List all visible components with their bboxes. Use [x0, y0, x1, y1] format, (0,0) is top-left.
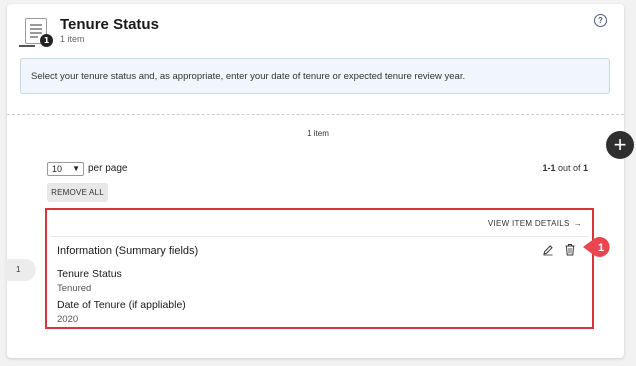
section-divider: [7, 114, 624, 115]
info-message-box: Select your tenure status and, as approp…: [20, 58, 610, 94]
pagination-range: 1-1 out of 1: [542, 163, 588, 173]
add-item-button[interactable]: +: [606, 131, 634, 159]
chevron-down-icon: ▼: [72, 164, 80, 173]
info-message: Select your tenure status and, as approp…: [31, 71, 466, 82]
view-item-details-link[interactable]: VIEW ITEM DETAILS →: [488, 219, 582, 228]
callout-marker: 1: [583, 237, 610, 257]
list-count: 1 item: [307, 129, 329, 138]
field-label-tenure-status: Tenure Status: [57, 268, 122, 280]
item-divider: [51, 236, 588, 237]
field-value-date-of-tenure: 2020: [57, 314, 79, 325]
page-title: Tenure Status: [60, 16, 159, 33]
row-number-tab: 1: [6, 259, 36, 281]
field-label-date-of-tenure: Date of Tenure (if appliable): [57, 299, 186, 311]
item-highlight-box: VIEW ITEM DETAILS → Information (Summary …: [45, 208, 594, 329]
view-details-label: VIEW ITEM DETAILS: [487, 219, 570, 228]
summary-title: Information (Summary fields): [57, 245, 199, 257]
list-item: VIEW ITEM DETAILS → Information (Summary …: [51, 214, 588, 325]
per-page-value: 10: [52, 164, 63, 174]
field-value-tenure-status: Tenured: [57, 283, 92, 294]
pencil-icon[interactable]: [542, 244, 554, 256]
range-total: 1: [582, 163, 588, 173]
callout-number: 1: [598, 242, 604, 254]
trash-icon[interactable]: [564, 243, 576, 256]
document-base-line: [19, 45, 35, 47]
per-page-select[interactable]: 10 ▼: [47, 162, 84, 176]
item-count-subtitle: 1 item: [60, 34, 85, 44]
range-separator: out of: [555, 163, 583, 173]
document-count-badge: 1: [40, 34, 53, 47]
range-span: 1-1: [542, 163, 556, 173]
per-page-label: per page: [88, 163, 128, 174]
arrow-right-icon: →: [573, 219, 582, 228]
remove-all-button[interactable]: REMOVE ALL: [47, 183, 108, 202]
help-icon[interactable]: ?: [594, 14, 607, 27]
